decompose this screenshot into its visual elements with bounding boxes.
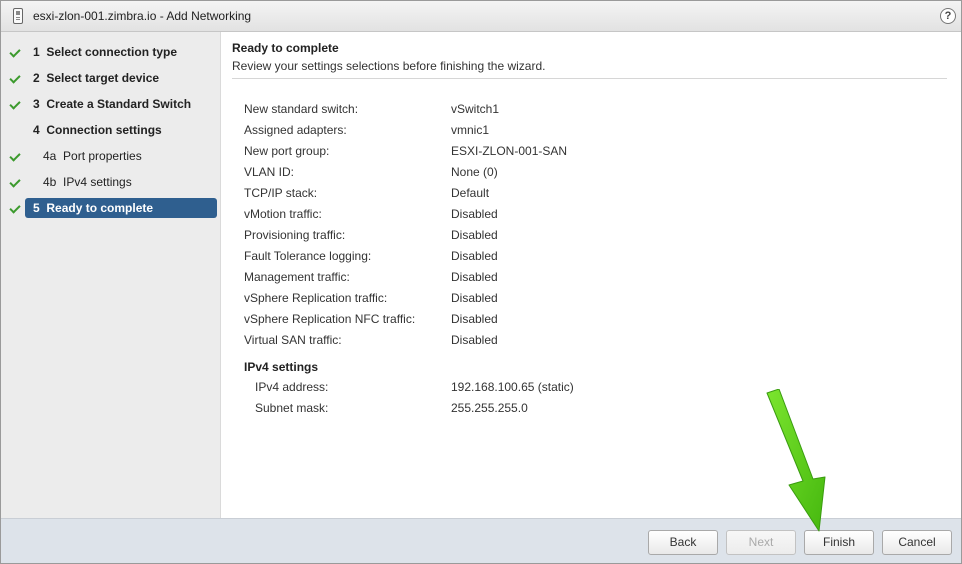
setting-label: Provisioning traffic: <box>244 228 346 242</box>
summary-row: Fault Tolerance logging: Disabled <box>244 249 944 267</box>
title-bar: esxi-zlon-001.zimbra.io - Add Networking… <box>1 1 961 32</box>
summary-row: vMotion traffic: Disabled <box>244 207 944 225</box>
setting-value: Disabled <box>451 333 498 347</box>
setting-label: IPv4 address: <box>255 380 329 394</box>
step-label: Ready to complete <box>46 201 154 215</box>
setting-value: Disabled <box>451 312 498 326</box>
setting-value: vmnic1 <box>451 123 490 137</box>
step-number: 5 <box>33 201 40 215</box>
step-create-standard-switch[interactable]: 3 Create a Standard Switch <box>25 94 217 114</box>
step-number: 3 <box>33 97 40 111</box>
summary-row: Assigned adapters: vmnic1 <box>244 123 944 141</box>
summary-row: IPv4 address: 192.168.100.65 (static) <box>244 380 944 398</box>
step-label: IPv4 settings <box>63 175 132 189</box>
step-number: 1 <box>33 45 40 59</box>
wizard-steps-sidebar: 1 Select connection type 2 Select target… <box>1 32 221 518</box>
setting-value: 192.168.100.65 (static) <box>451 380 574 394</box>
setting-value: Disabled <box>451 249 498 263</box>
step-label: Connection settings <box>46 123 162 137</box>
header-divider <box>232 78 947 79</box>
summary-row: New port group: ESXI-ZLON-001-SAN <box>244 144 944 162</box>
summary-row: Virtual SAN traffic: Disabled <box>244 333 944 351</box>
setting-label: TCP/IP stack: <box>244 186 318 200</box>
setting-label: New standard switch: <box>244 102 359 116</box>
summary-row: vSphere Replication traffic: Disabled <box>244 291 944 309</box>
back-button[interactable]: Back <box>648 530 718 555</box>
window-title: esxi-zlon-001.zimbra.io - Add Networking <box>33 9 252 23</box>
step-port-properties[interactable]: 4a Port properties <box>25 146 217 166</box>
setting-value: Disabled <box>451 270 498 284</box>
add-networking-dialog: esxi-zlon-001.zimbra.io - Add Networking… <box>0 0 962 564</box>
step-label: Create a Standard Switch <box>46 97 192 111</box>
setting-value: vSwitch1 <box>451 102 500 116</box>
step-label: Select target device <box>46 71 160 85</box>
check-icon <box>9 47 21 59</box>
check-icon <box>9 151 21 163</box>
step-connection-settings[interactable]: 4 Connection settings <box>25 120 217 140</box>
summary-row: New standard switch: vSwitch1 <box>244 102 944 120</box>
check-icon <box>9 177 21 189</box>
setting-value: Disabled <box>451 207 498 221</box>
setting-value: ESXI-ZLON-001-SAN <box>451 144 568 158</box>
summary-row: Subnet mask: 255.255.255.0 <box>244 401 944 419</box>
ipv4-section-title: IPv4 settings <box>244 360 319 374</box>
step-ready-to-complete[interactable]: 5 Ready to complete <box>25 198 217 218</box>
setting-value: Default <box>451 186 490 200</box>
setting-label: vSphere Replication traffic: <box>244 291 388 305</box>
setting-label: Fault Tolerance logging: <box>244 249 372 263</box>
step-label: Select connection type <box>46 45 178 59</box>
setting-label: Management traffic: <box>244 270 350 284</box>
setting-label: Subnet mask: <box>255 401 329 415</box>
step-label: Port properties <box>63 149 142 163</box>
setting-label: New port group: <box>244 144 330 158</box>
setting-label: Assigned adapters: <box>244 123 347 137</box>
step-number: 4b <box>43 175 57 189</box>
summary-row: vSphere Replication NFC traffic: Disable… <box>244 312 944 330</box>
step-ipv4-settings[interactable]: 4b IPv4 settings <box>25 172 217 192</box>
step-number: 4a <box>43 149 57 163</box>
setting-value: Disabled <box>451 291 498 305</box>
check-icon <box>9 99 21 111</box>
check-icon <box>9 203 21 215</box>
help-icon[interactable]: ? <box>940 8 956 24</box>
green-arrow-annotation <box>766 389 826 532</box>
check-icon <box>9 73 21 85</box>
setting-label: vSphere Replication NFC traffic: <box>244 312 416 326</box>
summary-row: TCP/IP stack: Default <box>244 186 944 204</box>
page-title: Ready to complete <box>232 41 339 55</box>
summary-row: VLAN ID: None (0) <box>244 165 944 183</box>
setting-label: vMotion traffic: <box>244 207 322 221</box>
summary-row: Management traffic: Disabled <box>244 270 944 288</box>
setting-label: VLAN ID: <box>244 165 295 179</box>
setting-value: Disabled <box>451 228 498 242</box>
step-number: 4 <box>33 123 40 137</box>
step-select-connection-type[interactable]: 1 Select connection type <box>25 42 217 62</box>
summary-panel: Ready to complete Review your settings s… <box>222 32 961 518</box>
host-icon <box>13 8 23 24</box>
setting-value: None (0) <box>451 165 498 179</box>
summary-row: Provisioning traffic: Disabled <box>244 228 944 246</box>
setting-value: 255.255.255.0 <box>451 401 528 415</box>
cancel-button[interactable]: Cancel <box>882 530 952 555</box>
step-number: 2 <box>33 71 40 85</box>
page-subtitle: Review your settings selections before f… <box>232 59 546 73</box>
step-select-target-device[interactable]: 2 Select target device <box>25 68 217 88</box>
setting-label: Virtual SAN traffic: <box>244 333 342 347</box>
